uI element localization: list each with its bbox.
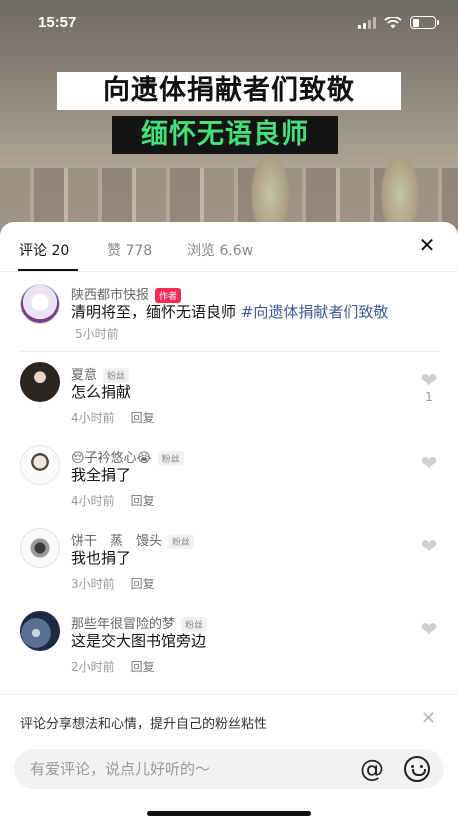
close-icon[interactable]: ✕ xyxy=(416,234,438,256)
comment-time: 3小时前 xyxy=(71,577,115,591)
commenter-name[interactable]: 饼干 蒸 馒头 xyxy=(71,534,162,549)
comment-time: 4小时前 xyxy=(71,411,115,425)
home-indicator[interactable] xyxy=(147,811,311,816)
commenter-avatar[interactable] xyxy=(20,528,60,568)
at-icon[interactable]: @ xyxy=(358,755,386,783)
author-post-text: 清明将至，缅怀无语良师 #向遗体捐献者们致敬 5小时前 xyxy=(71,303,389,341)
status-time: 15:57 xyxy=(38,14,77,31)
commenter-name[interactable]: 😔子衿悠心😭 xyxy=(71,451,152,466)
divider xyxy=(20,351,440,352)
signal-icon xyxy=(358,16,376,29)
wifi-icon xyxy=(384,16,402,28)
tab-comments[interactable]: 评论 20 xyxy=(19,240,69,260)
heart-icon: ❤ xyxy=(420,617,438,641)
heart-icon: ❤ xyxy=(420,534,438,558)
fan-badge: 粉丝 xyxy=(168,534,195,549)
video-caption-line1: 向遗体捐献者们致敬 xyxy=(57,72,401,110)
close-tip-icon[interactable]: ✕ xyxy=(421,708,436,729)
fan-badge: 粉丝 xyxy=(157,451,184,466)
active-tab-indicator xyxy=(18,269,78,271)
reply-button[interactable]: 回复 xyxy=(131,411,155,425)
heart-icon: ❤ xyxy=(420,451,438,475)
commenter-name[interactable]: 那些年很冒险的梦 xyxy=(71,617,175,632)
reply-button[interactable]: 回复 xyxy=(131,494,155,508)
like-button[interactable]: ❤ 1 xyxy=(418,370,440,404)
commenter-avatar[interactable] xyxy=(20,362,60,402)
comment-tip: 评论分享想法和心情，提升自己的粉丝粘性 xyxy=(20,717,268,732)
hashtag-link[interactable]: #向遗体捐献者们致敬 xyxy=(241,303,389,321)
commenter-avatar[interactable] xyxy=(20,445,60,485)
author-avatar[interactable] xyxy=(20,284,60,324)
comment-input-container[interactable]: @ xyxy=(14,749,444,789)
like-count: 1 xyxy=(425,390,433,404)
fan-badge: 粉丝 xyxy=(103,368,130,383)
like-button[interactable]: ❤ xyxy=(418,536,440,556)
comment-text: 怎么捐献 xyxy=(71,383,132,401)
comment-text: 这是交大图书馆旁边 xyxy=(71,632,207,650)
status-bar: 15:57 xyxy=(0,0,458,46)
battery-icon xyxy=(410,16,439,29)
fan-badge: 粉丝 xyxy=(181,617,208,632)
commenter-name[interactable]: 夏意 xyxy=(71,368,97,383)
video-caption-line2: 缅怀无语良师 xyxy=(112,116,338,154)
comment-input[interactable] xyxy=(30,749,350,789)
comment-time: 4小时前 xyxy=(71,494,115,508)
author-post-time: 5小时前 xyxy=(75,327,119,341)
author-badge: 作者 xyxy=(155,288,182,303)
comment-text: 我全捐了 xyxy=(71,466,132,484)
like-button[interactable]: ❤ xyxy=(418,453,440,473)
tab-bar: 评论 20 赞 778 浏览 6.6w ✕ xyxy=(0,222,458,272)
reply-button[interactable]: 回复 xyxy=(131,660,155,674)
commenter-avatar[interactable] xyxy=(20,611,60,651)
comment-input-panel: 评论分享想法和心情，提升自己的粉丝粘性 ✕ @ xyxy=(0,694,458,826)
comment-text: 我也捐了 xyxy=(71,549,132,567)
reply-button[interactable]: 回复 xyxy=(131,577,155,591)
comment-time: 2小时前 xyxy=(71,660,115,674)
heart-icon: ❤ xyxy=(420,368,438,392)
like-button[interactable]: ❤ xyxy=(418,619,440,639)
tab-likes[interactable]: 赞 778 xyxy=(107,240,152,260)
tab-views[interactable]: 浏览 6.6w xyxy=(187,240,253,260)
emoji-icon[interactable] xyxy=(404,756,430,782)
author-name[interactable]: 陕西都市快报 xyxy=(71,288,149,303)
